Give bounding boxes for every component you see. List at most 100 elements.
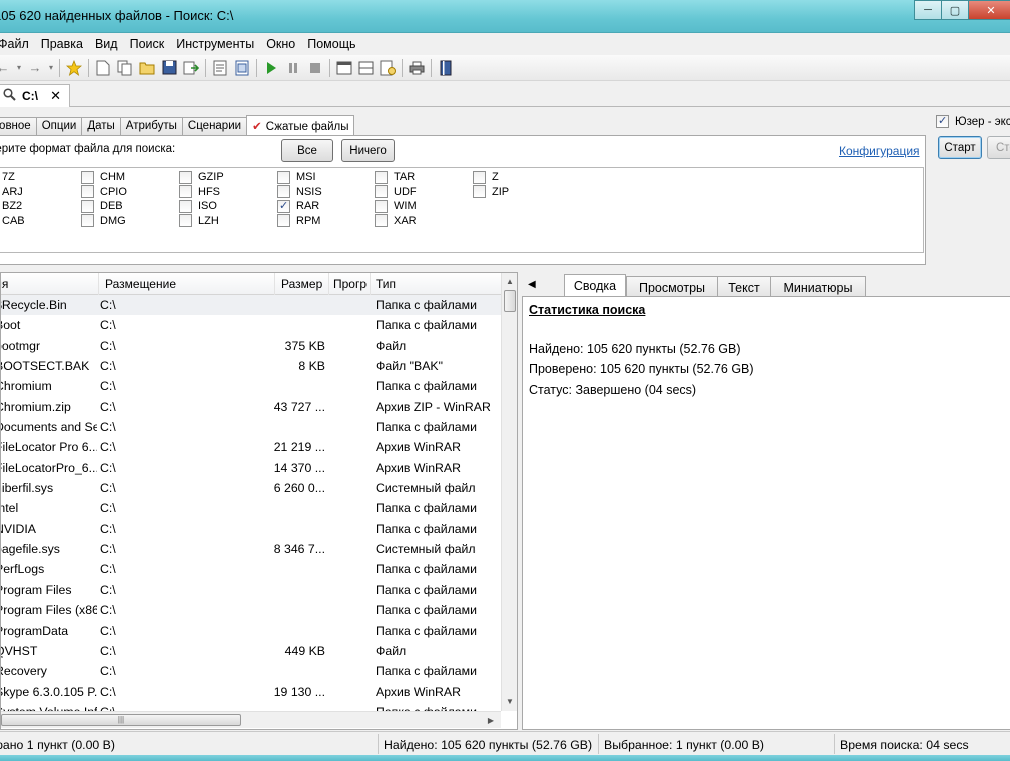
checkbox-box[interactable] — [81, 199, 94, 213]
table-row[interactable]: hiberfil.sys C:\ 6 260 0... Системный файл — [1, 478, 501, 498]
checkbox-box[interactable] — [179, 185, 192, 198]
search-tab[interactable]: C:\ ✕ — [0, 84, 70, 107]
export-icon[interactable] — [180, 57, 202, 79]
table-row[interactable]: FileLocatorPro_6... C:\ 14 370 ... Архив Wi… — [1, 458, 501, 478]
open-folder-icon[interactable] — [136, 57, 158, 79]
table-row[interactable]: FileLocator Pro 6... C:\ 21 219 ... Архив W… — [1, 437, 501, 457]
table-row[interactable]: Recovery C:\ Папка с файлами — [1, 661, 501, 681]
table-row[interactable]: Documents and SettingsC:\ Папка с файлами — [1, 417, 501, 437]
hscroll-thumb[interactable]: ||| — [1, 714, 241, 726]
scroll-up-icon[interactable]: ▲ — [502, 273, 517, 289]
format-checkbox-7z[interactable]: 7Z — [0, 170, 15, 184]
report-icon[interactable] — [209, 57, 231, 79]
table-row[interactable]: PerfLogs C:\ Папка с файлами — [1, 559, 501, 579]
checkbox-box[interactable] — [179, 170, 192, 184]
close-tab-icon[interactable]: ✕ — [50, 88, 61, 104]
column-name[interactable]: Имя — [1, 277, 8, 291]
checkbox-box[interactable] — [375, 170, 388, 184]
checkbox-box[interactable] — [277, 185, 290, 198]
format-checkbox-lzh[interactable]: LZH — [179, 214, 219, 228]
checkbox-box[interactable] — [473, 185, 486, 198]
title-bar[interactable]: 105 620 найденных файлов - Поиск: C:\ ─ … — [0, 0, 1010, 33]
format-checkbox-wim[interactable]: WIM — [375, 199, 417, 213]
format-checkbox-deb[interactable]: DEB — [81, 199, 123, 213]
settings-icon[interactable] — [377, 57, 399, 79]
column-separator[interactable] — [370, 273, 371, 295]
table-row[interactable]: Skype 6.3.0.105 P...C:\ 19 130 ... Архив W… — [1, 682, 501, 702]
forward-arrow-icon[interactable]: → — [24, 57, 46, 79]
window-split-icon[interactable] — [355, 57, 377, 79]
menu-search[interactable]: Поиск — [124, 37, 171, 51]
tab-options[interactable]: Опции — [35, 117, 83, 136]
column-type[interactable]: Тип — [376, 277, 396, 291]
format-checkbox-dmg[interactable]: DMG — [81, 214, 126, 228]
format-checkbox-iso[interactable]: ISO — [179, 199, 217, 213]
book-icon[interactable] — [435, 57, 457, 79]
format-checkbox-gzip[interactable]: GZIP — [179, 170, 224, 184]
table-row[interactable]: Program Files C:\ Папка с файлами — [1, 580, 501, 600]
report-edit-icon[interactable] — [231, 57, 253, 79]
tab-attributes[interactable]: Атрибуты — [119, 117, 183, 136]
format-checkbox-rar[interactable]: RAR — [277, 199, 319, 213]
checkbox-box[interactable] — [375, 185, 388, 198]
format-checkbox-msi[interactable]: MSI — [277, 170, 316, 184]
checkbox-box[interactable] — [81, 214, 94, 227]
table-row[interactable]: Intel C:\ Папка с файлами — [1, 498, 501, 518]
maximize-button[interactable]: ▢ — [941, 0, 969, 20]
table-row[interactable]: bootmgr C:\ 375 KB Файл — [1, 336, 501, 356]
expert-checkbox-box[interactable] — [936, 114, 949, 128]
scroll-down-icon[interactable]: ▼ — [502, 693, 517, 709]
new-document-icon[interactable] — [92, 57, 114, 79]
table-row[interactable]: Chromium C:\ Папка с файлами — [1, 376, 501, 396]
close-button[interactable]: ✕ — [968, 0, 1010, 20]
start-button[interactable]: Старт — [938, 136, 982, 159]
checkbox-box[interactable] — [81, 170, 94, 184]
configuration-link[interactable]: Конфигурация — [839, 144, 920, 158]
tab-text[interactable]: Текст — [717, 276, 771, 298]
format-checkbox-rpm[interactable]: RPM — [277, 214, 320, 228]
back-arrow-icon[interactable]: ← — [0, 57, 14, 79]
column-separator[interactable] — [328, 273, 329, 295]
minimize-button[interactable]: ─ — [914, 0, 942, 20]
format-checkbox-arj[interactable]: ARJ — [0, 185, 23, 199]
table-row[interactable]: Program Files (x86)C:\ Папка с файлами — [1, 600, 501, 620]
column-size[interactable]: Размер — [281, 277, 322, 291]
table-row[interactable]: $Recycle.Bin C:\ Папка с файлами — [1, 295, 501, 316]
tab-scripts[interactable]: Сценарии — [181, 117, 248, 136]
format-checkbox-cab[interactable]: CAB — [0, 214, 25, 228]
vertical-scrollbar[interactable]: ▲ ▼ — [501, 273, 517, 711]
menu-tools[interactable]: Инструменты — [170, 37, 260, 51]
tab-thumbnails[interactable]: Миниатюры — [770, 276, 866, 298]
format-checkbox-bz2[interactable]: BZ2 — [0, 199, 22, 213]
table-row[interactable]: Chromium.zip C:\ 43 727 ... Архив ZIP - Win… — [1, 397, 501, 417]
select-none-button[interactable]: Ничего — [341, 139, 395, 162]
stop-button[interactable]: Стоп — [987, 136, 1010, 159]
tab-dates[interactable]: Даты — [81, 117, 121, 136]
window-icon[interactable] — [333, 57, 355, 79]
column-progress[interactable]: Прогресс — [333, 277, 367, 291]
format-checkbox-udf[interactable]: UDF — [375, 185, 417, 199]
menu-view[interactable]: Вид — [89, 37, 124, 51]
format-checkbox-tar[interactable]: TAR — [375, 170, 415, 184]
checkbox-box[interactable] — [375, 199, 388, 213]
print-icon[interactable] — [406, 57, 428, 79]
table-row[interactable]: QVHST C:\ 449 KB Файл — [1, 641, 501, 661]
format-checkbox-zip[interactable]: ZIP — [473, 185, 509, 199]
menu-window[interactable]: Окно — [260, 37, 301, 51]
column-location[interactable]: Размещение — [105, 277, 176, 291]
scroll-thumb[interactable] — [504, 290, 516, 312]
tab-summary[interactable]: Сводка — [564, 274, 626, 298]
checkbox-box[interactable] — [375, 214, 388, 227]
format-checkbox-nsis[interactable]: NSIS — [277, 185, 322, 199]
menu-help[interactable]: Помощь — [301, 37, 361, 51]
checkbox-box[interactable] — [277, 199, 290, 213]
tab-basic[interactable]: Основное — [0, 117, 37, 136]
horizontal-scrollbar[interactable]: ||| ▶ — [1, 711, 501, 728]
menu-file[interactable]: Файл — [0, 37, 35, 51]
tab-scroll-left-icon[interactable]: ◀ — [528, 279, 536, 290]
format-checkbox-hfs[interactable]: HFS — [179, 185, 220, 199]
tab-compressed-files[interactable]: ✔ Сжатые файлы — [246, 115, 355, 136]
select-all-button[interactable]: Все — [281, 139, 333, 162]
table-row[interactable]: Boot C:\ Папка с файлами — [1, 315, 501, 335]
table-row[interactable]: BOOTSECT.BAK C:\ 8 KB Файл "BAK" — [1, 356, 501, 376]
